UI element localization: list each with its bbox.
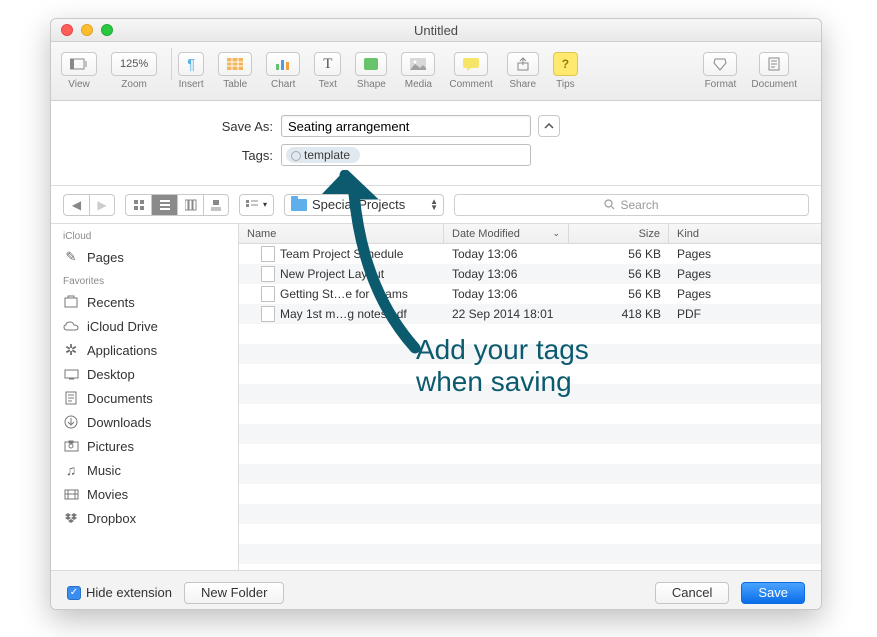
sidebar-item-recents[interactable]: Recents [51, 290, 238, 314]
music-icon: ♫ [63, 462, 79, 478]
file-icon [261, 306, 275, 322]
sidebar-item-icloud-drive[interactable]: iCloud Drive [51, 314, 238, 338]
media-button[interactable] [401, 52, 435, 76]
text-button[interactable]: T [314, 52, 341, 76]
format-button[interactable] [703, 52, 737, 76]
save-button[interactable]: Save [741, 582, 805, 604]
table-row[interactable]: New Project LayoutToday 13:0656 KBPages [239, 264, 821, 284]
view-mode-segmented [125, 194, 229, 216]
sidebar-section-icloud: iCloud [51, 224, 238, 245]
group-by-button[interactable]: ▾ [239, 194, 274, 216]
chart-button[interactable] [266, 52, 300, 76]
collapse-button[interactable] [538, 115, 560, 137]
table-row[interactable] [239, 504, 821, 524]
sidebar-item-documents[interactable]: Documents [51, 386, 238, 410]
shape-button[interactable] [355, 52, 387, 76]
sidebar-item-pages[interactable]: ✎Pages [51, 245, 238, 269]
window-title: Untitled [51, 23, 821, 38]
sidebar-item-music[interactable]: ♫Music [51, 458, 238, 482]
sidebar-item-desktop[interactable]: Desktop [51, 362, 238, 386]
location-popup-button[interactable]: Special Projects ▲▼ [284, 194, 444, 216]
file-list[interactable]: Team Project ScheduleToday 13:0656 KBPag… [239, 244, 821, 570]
zoom-label: Zoom [121, 79, 147, 90]
downloads-icon [63, 414, 79, 430]
file-icon [261, 266, 275, 282]
movies-icon [63, 486, 79, 502]
column-date[interactable]: Date Modified⌄ [444, 224, 569, 243]
table-row[interactable] [239, 484, 821, 504]
view-button[interactable] [61, 52, 97, 76]
table-row[interactable] [239, 524, 821, 544]
list-view-button[interactable] [151, 194, 177, 216]
file-icon [261, 286, 275, 302]
hide-extension-checkbox[interactable]: ✓ Hide extension [67, 585, 172, 600]
new-folder-button[interactable]: New Folder [184, 582, 284, 604]
comment-button[interactable] [454, 52, 488, 76]
applications-icon: ✲ [63, 342, 79, 358]
file-list-header: Name Date Modified⌄ Size Kind [239, 224, 821, 244]
documents-icon [63, 390, 79, 406]
view-label: View [68, 79, 90, 90]
back-button[interactable]: ◀ [63, 194, 89, 216]
save-as-input[interactable] [281, 115, 531, 137]
sidebar-item-movies[interactable]: Movies [51, 482, 238, 506]
recents-icon [63, 294, 79, 310]
desktop-icon [63, 366, 79, 382]
pictures-icon [63, 438, 79, 454]
file-icon [261, 246, 275, 262]
zoom-button[interactable]: 125% [111, 52, 157, 76]
table-row[interactable] [239, 464, 821, 484]
table-button[interactable] [218, 52, 252, 76]
table-row[interactable]: May 1st m…g notes.pdf22 Sep 2014 18:0141… [239, 304, 821, 324]
cancel-button[interactable]: Cancel [655, 582, 729, 604]
table-row[interactable] [239, 404, 821, 424]
save-dialog-window: Untitled View 125% Zoom ¶ Insert Table C… [50, 18, 822, 610]
tags-input[interactable]: template [281, 144, 531, 166]
search-icon [604, 199, 615, 210]
tag-pill[interactable]: template [286, 147, 360, 163]
app-toolbar: View 125% Zoom ¶ Insert Table Chart T Te… [51, 42, 821, 101]
sidebar-section-favorites: Favorites [51, 269, 238, 290]
tags-label: Tags: [51, 148, 281, 163]
back-forward-buttons: ◀ ▶ [63, 194, 115, 216]
folder-icon [291, 199, 307, 211]
sidebar-item-pictures[interactable]: Pictures [51, 434, 238, 458]
table-row[interactable]: Team Project ScheduleToday 13:0656 KBPag… [239, 244, 821, 264]
cloud-icon [63, 318, 79, 334]
document-button[interactable] [759, 52, 789, 76]
coverflow-view-button[interactable] [203, 194, 229, 216]
sidebar-item-applications[interactable]: ✲Applications [51, 338, 238, 362]
save-as-label: Save As: [51, 119, 281, 134]
column-kind[interactable]: Kind [669, 224, 821, 243]
title-bar[interactable]: Untitled [51, 19, 821, 42]
search-field[interactable]: Search [454, 194, 809, 216]
pages-icon: ✎ [63, 249, 79, 265]
sidebar-item-dropbox[interactable]: Dropbox [51, 506, 238, 530]
sidebar-item-downloads[interactable]: Downloads [51, 410, 238, 434]
sidebar: iCloud ✎Pages Favorites Recents iCloud D… [51, 224, 239, 570]
column-size[interactable]: Size [569, 224, 669, 243]
table-row[interactable] [239, 424, 821, 444]
column-name[interactable]: Name [239, 224, 444, 243]
share-button[interactable] [507, 52, 539, 76]
column-view-button[interactable] [177, 194, 203, 216]
table-row[interactable]: Getting St…e for TeamsToday 13:0656 KBPa… [239, 284, 821, 304]
checkbox-icon: ✓ [67, 586, 81, 600]
dropbox-icon [63, 510, 79, 526]
forward-button[interactable]: ▶ [89, 194, 115, 216]
tips-button[interactable]: ? [553, 52, 578, 76]
icon-view-button[interactable] [125, 194, 151, 216]
location-name: Special Projects [312, 197, 405, 212]
table-row[interactable] [239, 544, 821, 564]
annotation-text: Add your tags when saving [416, 334, 589, 398]
insert-button[interactable]: ¶ [178, 52, 204, 76]
table-row[interactable] [239, 444, 821, 464]
